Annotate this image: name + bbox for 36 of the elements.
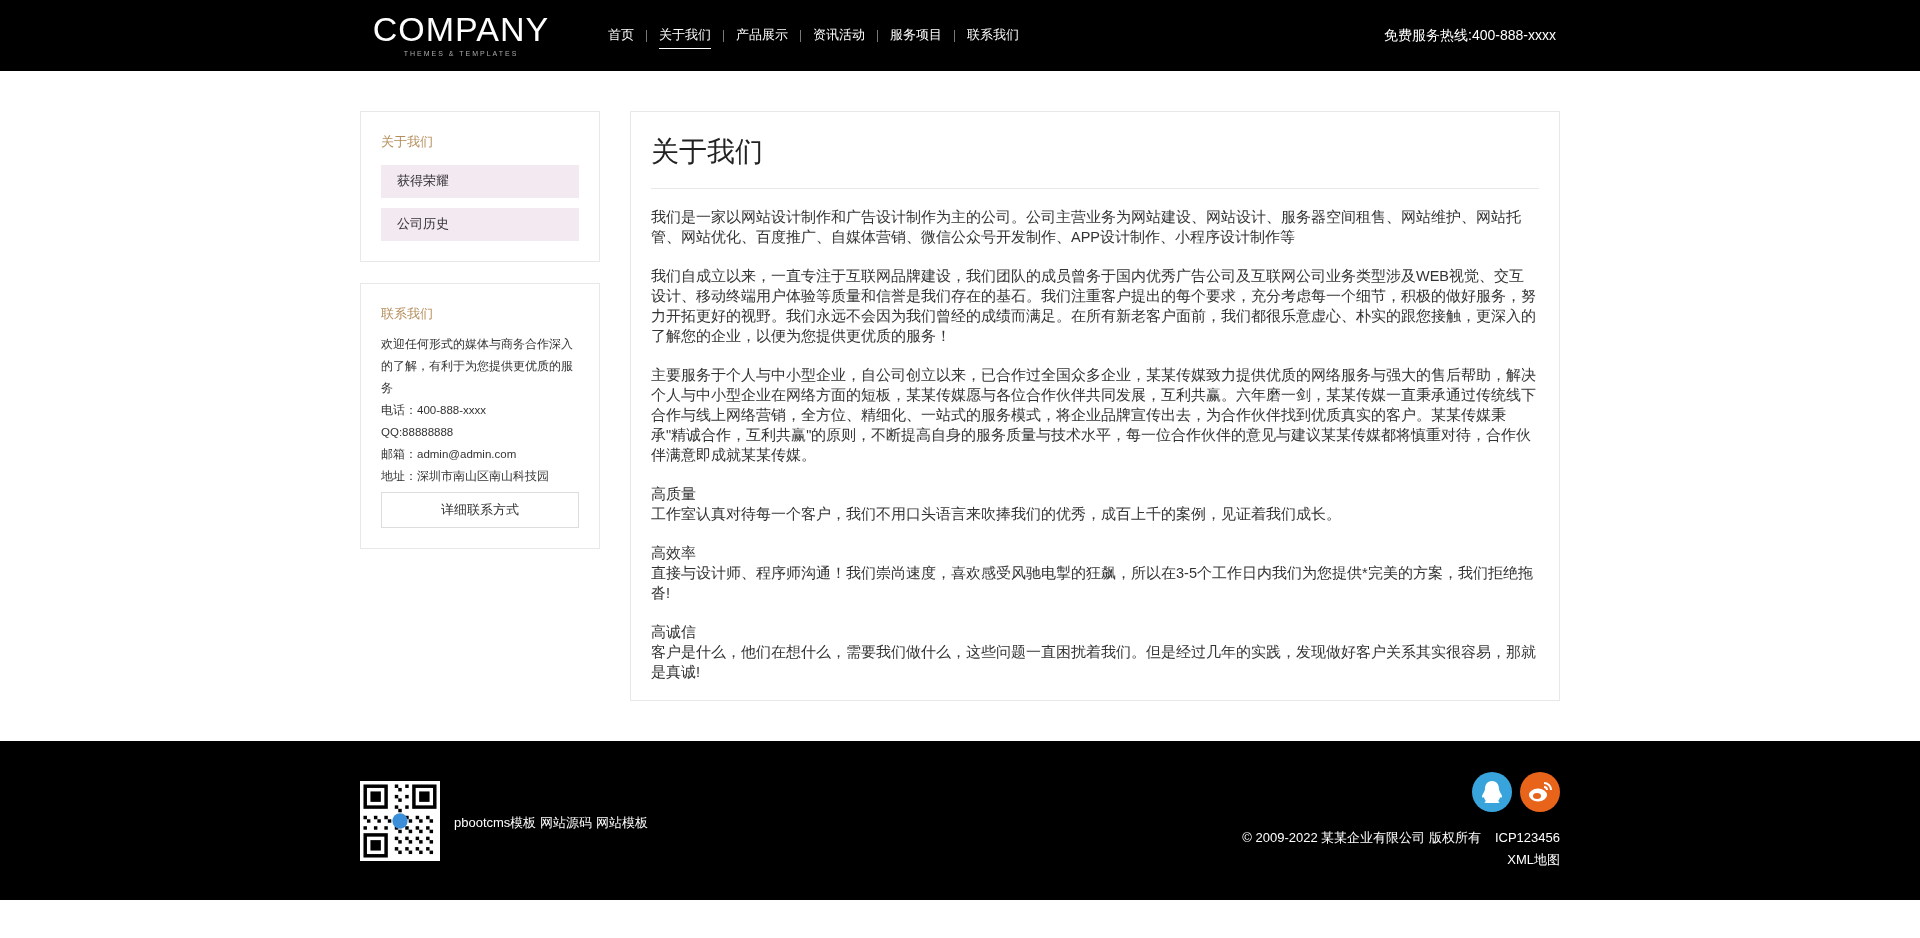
nav-link[interactable]: 关于我们: [659, 22, 711, 49]
body-paragraph: 我们是一家以网站设计制作和广告设计制作为主的公司。公司主营业务为网站建设、网站设计、服务器空间租售、网站维护、网站托管、网站优化、百度推广、自媒体营销、微信公众号开发制作、APP设计制作、小程序设计制作等: [651, 208, 1522, 247]
qr-code-icon: [360, 780, 440, 861]
contact-line: QQ:88888888: [381, 425, 455, 440]
weibo-icon[interactable]: [1520, 772, 1560, 812]
hotline-text: 免费服务热线:400-888-xxxx: [1384, 26, 1556, 45]
nav-link[interactable]: 联系我们: [967, 22, 1019, 49]
page-title: 关于我们: [651, 132, 1539, 189]
nav-link[interactable]: 资讯活动: [813, 22, 865, 49]
contact-line: 电话：400-888-xxxx: [381, 403, 488, 418]
section-heading: 高效率: [651, 544, 697, 563]
contact-details-button[interactable]: 详细联系方式: [381, 492, 579, 528]
sidebar-item[interactable]: 获得荣耀: [381, 164, 579, 198]
footer-link[interactable]: 网站源码: [540, 812, 593, 833]
contact-line: 地址：深圳市南山区南山科技园: [381, 469, 550, 484]
footer-link[interactable]: pbootcms模板: [454, 812, 537, 833]
body-paragraph: 客户是什么，他们在想什么，需要我们做什么，这些问题一直困扰着我们。但是经过几年的实践，发现做好客户关系其实很容易，那就是真诚!: [651, 643, 1537, 682]
body-paragraph: 工作室认真对待每一个客户，我们不用口头语言来吹捧我们的优秀，成百上千的案例，见证着我们成长。: [651, 505, 1342, 524]
body-paragraph: 我们自成立以来，一直专注于互联网品牌建设，我们团队的成员曾务于国内优秀广告公司及互联网公司业务类型涉及WEB视觉、交互设计、移动终端用户体验等质量和信誉是我们存在的基石。我们注重客户提出的每个要求，充分考虑每一个细节，积极的做好服务，努力开拓更好的视野。我们永远不会因为我们曾经的成绩而满足。在所有新老客户面前，我们都很乐意虚心、朴实的跟您接触，更深入的了解您的企业，以便为您提供更优质的服务！: [651, 267, 1537, 346]
copyright-text: © 2009-2022 某某企业有限公司 版权所有: [1242, 829, 1481, 847]
nav-link[interactable]: 服务项目: [890, 22, 942, 49]
penguin-icon[interactable]: [1472, 772, 1512, 812]
sidebar-title: 联系我们: [381, 304, 434, 323]
sidebar-title: 关于我们: [381, 133, 434, 151]
body-paragraph: 直接与设计师、程序师沟通！我们崇尚速度，喜欢感受风驰电掣的狂飙，所以在3-5个工作日内我们为您提供*完美的方案，我们拒绝拖沓!: [651, 564, 1534, 603]
section-heading: 高质量: [651, 485, 697, 504]
sitemap-link[interactable]: XML地图: [1507, 849, 1560, 869]
body-paragraph: 主要服务于个人与中小型企业，自公司创立以来，已合作过全国众多企业，某某传媒致力提供优质的网络服务与强大的售后帮助，解决个人与中小型企业在网络方面的短板，某某传媒愿与各位合作伙伴共同发展，互利共赢。六年磨一剑，某某传媒一直秉承通过传统线下合作与线上网络营销，全方位、精细化、一站式的服务模式，将企业品牌宣传出去，为合作伙伴找到优质真实的客户。某某传媒秉承"精诚合作，互利共赢"的原则，不断提高自身的服务质量与技术水平，每一位合作伙伴的意见与建议某某传媒都将慎重对待，合作伙伴满意即成就某某传媒。: [651, 366, 1537, 465]
contact-line: 邮箱：admin@admin.com: [381, 447, 518, 462]
footer-link[interactable]: 网站模板: [596, 812, 649, 833]
icp-link[interactable]: ICP123456: [1494, 828, 1560, 848]
section-heading: 高诚信: [651, 623, 697, 642]
nav-link[interactable]: 首页: [608, 22, 634, 49]
sidebar-item[interactable]: 公司历史: [381, 207, 579, 241]
nav-link[interactable]: 产品展示: [736, 22, 788, 49]
contact-intro: 欢迎任何形式的媒体与商务合作深入的了解，有利于为您提供更优质的服务: [381, 337, 574, 396]
